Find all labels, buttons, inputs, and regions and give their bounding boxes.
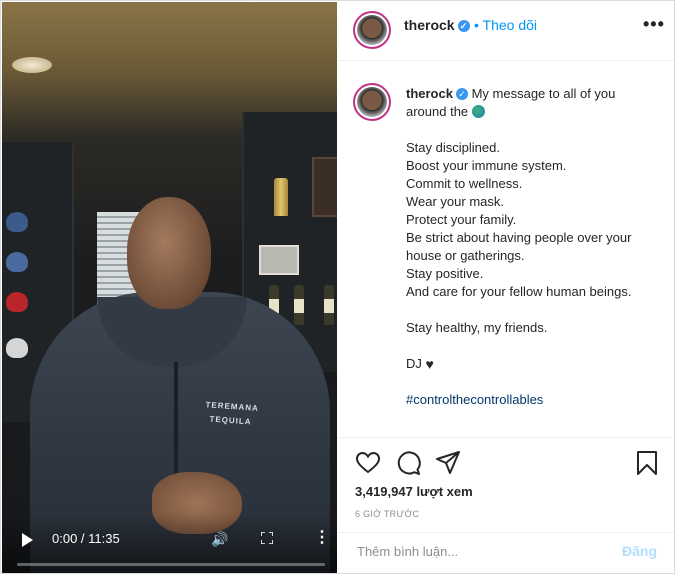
photo-frame	[259, 245, 299, 275]
video-player[interactable]: TEREMANA TEQUILA 0:00 / 11:35 🔊 ⋮	[2, 2, 337, 573]
more-icon[interactable]: •••	[643, 14, 665, 35]
action-bar: 3,419,947 lượt xem 6 GIỜ TRƯỚC	[338, 437, 674, 533]
video-time: 0:00 / 11:35	[52, 531, 120, 546]
helmet-decor	[6, 212, 28, 232]
caption-text: therock ✓ My message to all of you around…	[406, 85, 656, 409]
post-frame: TEREMANA TEQUILA 0:00 / 11:35 🔊 ⋮ theroc…	[0, 0, 675, 574]
bottle	[324, 285, 334, 325]
bottle	[294, 285, 304, 325]
caption-line: And care for your fellow human beings.	[406, 284, 632, 299]
caption-line: Stay positive.	[406, 266, 484, 281]
save-icon[interactable]	[634, 450, 660, 476]
globe-emoji-icon	[471, 105, 485, 118]
avatar[interactable]	[353, 11, 391, 49]
caption-line: Protect your family.	[406, 212, 517, 227]
post-timestamp[interactable]: 6 GIỜ TRƯỚC	[355, 509, 419, 519]
caption-username[interactable]: therock	[406, 86, 453, 101]
ceiling-light	[12, 57, 52, 73]
avatar[interactable]	[353, 83, 391, 121]
post-header: therock ✓ • Theo dõi •••	[338, 2, 674, 61]
caption-area: therock ✓ My message to all of you around…	[338, 61, 674, 436]
caption-hashtag[interactable]: #controlthecontrollables	[406, 391, 656, 409]
play-icon[interactable]	[22, 533, 33, 547]
helmet-decor	[6, 292, 28, 312]
hoodie-logo: TEREMANA TEQUILA	[204, 398, 259, 430]
caption-signature-line: DJ ♥	[406, 355, 656, 373]
username-text[interactable]: therock	[404, 17, 455, 33]
helmet-decor	[6, 338, 28, 358]
helmet-decor	[6, 252, 28, 272]
comment-bar: Đăng	[338, 532, 674, 574]
trophy	[274, 178, 288, 216]
like-icon[interactable]	[355, 450, 381, 476]
fullscreen-icon[interactable]	[261, 532, 273, 544]
caption-intro: therock ✓ My message to all of you around…	[406, 85, 656, 121]
caption-closing: Stay healthy, my friends.	[406, 320, 548, 335]
person-head	[127, 197, 211, 309]
video-progress-bar[interactable]	[17, 563, 325, 566]
verified-icon: ✓	[457, 20, 470, 32]
caption-line: Wear your mask.	[406, 194, 505, 209]
post-details: therock ✓ • Theo dõi ••• therock ✓ My mess…	[338, 2, 674, 573]
view-count[interactable]: 3,419,947 lượt xem	[355, 484, 473, 499]
header-username[interactable]: therock ✓	[404, 17, 470, 33]
follow-button[interactable]: • Theo dõi	[474, 17, 537, 33]
share-icon[interactable]	[435, 450, 461, 476]
caption-line: Stay disciplined.	[406, 140, 500, 155]
volume-icon[interactable]: 🔊	[211, 531, 228, 548]
caption-line: Be strict about having people over your …	[406, 230, 632, 263]
caption-line: Boost your immune system.	[406, 158, 567, 173]
verified-icon: ✓	[455, 88, 468, 100]
framed-star	[312, 157, 337, 217]
black-heart-icon: ♥	[425, 356, 434, 372]
video-more-icon[interactable]: ⋮	[314, 530, 330, 546]
caption-signature: DJ	[406, 356, 422, 371]
post-comment-button[interactable]: Đăng	[622, 543, 657, 559]
caption-line: Commit to wellness.	[406, 176, 523, 191]
comment-input[interactable]	[355, 543, 589, 560]
comment-icon[interactable]	[395, 450, 421, 476]
